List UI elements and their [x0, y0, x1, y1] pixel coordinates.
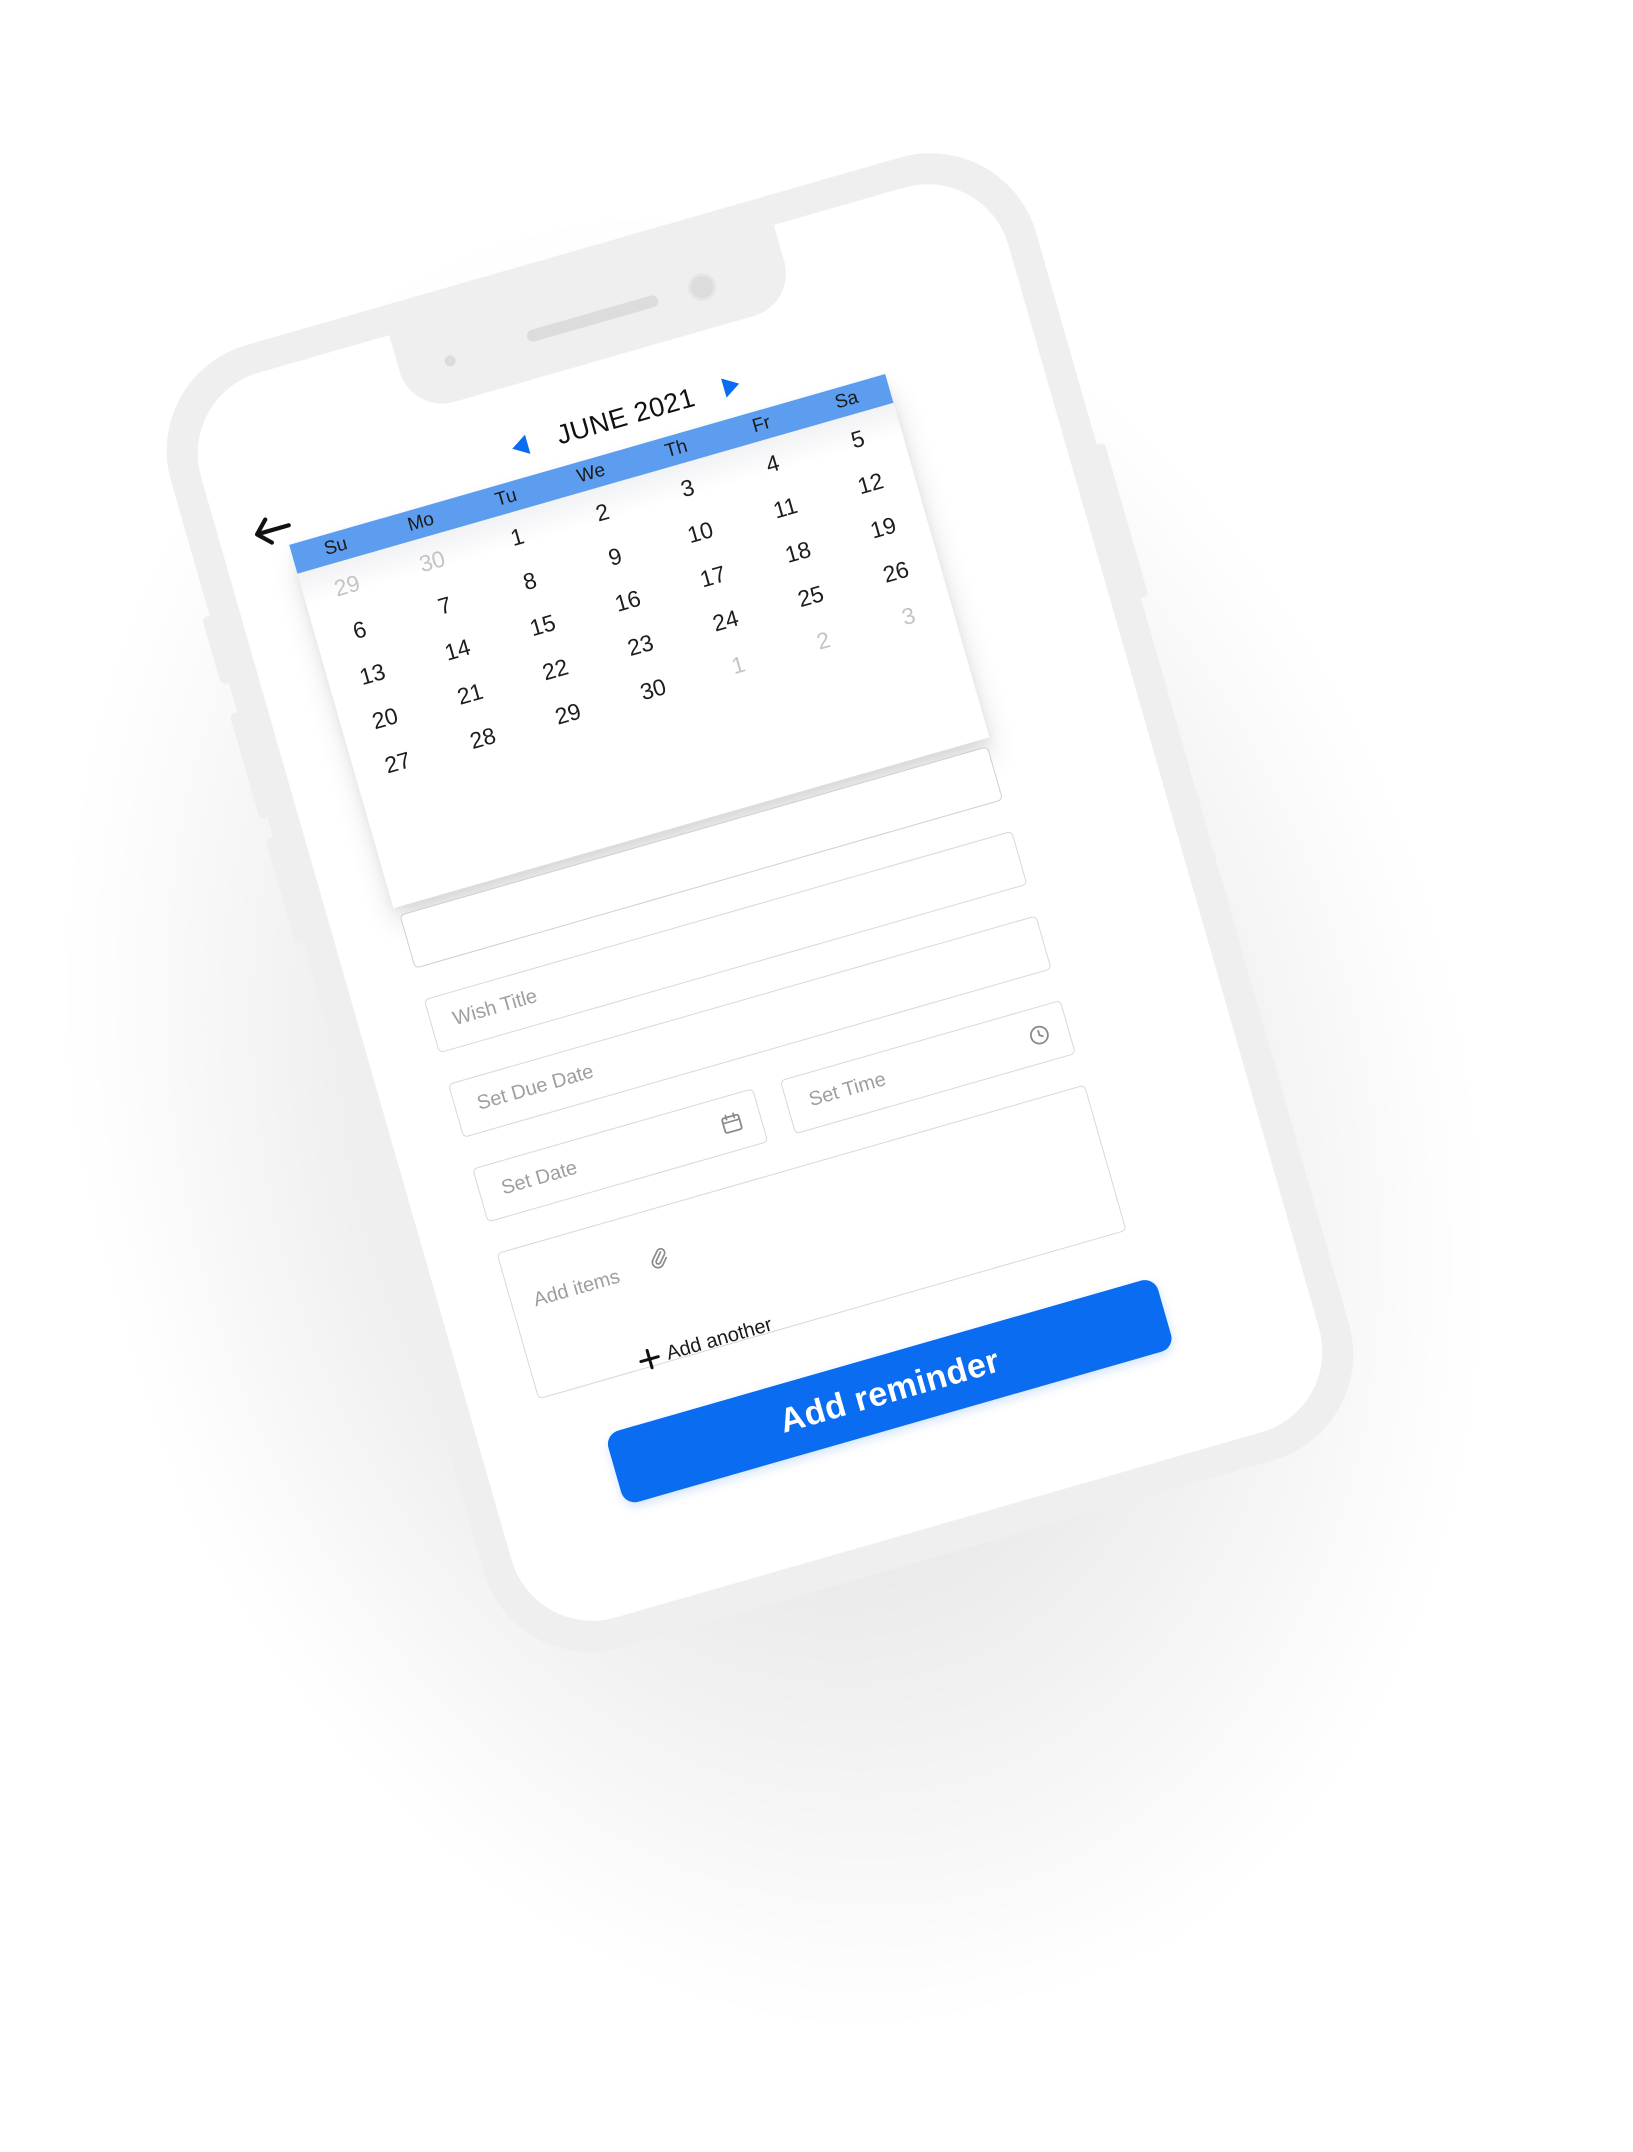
paperclip-icon[interactable] [644, 1243, 672, 1272]
set-time-placeholder: Set Time [806, 1068, 889, 1112]
plus-icon [639, 1348, 660, 1370]
wish-title-placeholder: Wish Title [450, 985, 540, 1031]
front-camera [684, 269, 720, 305]
proximity-sensor [443, 354, 458, 368]
earpiece-speaker [525, 294, 660, 344]
add-items-placeholder: Add items [530, 1265, 623, 1312]
clock-icon[interactable] [1026, 1022, 1053, 1049]
set-date-placeholder: Set Date [498, 1156, 580, 1200]
prev-month-icon[interactable] [503, 429, 536, 465]
next-month-icon[interactable] [715, 368, 748, 404]
due-date-placeholder: Set Due Date [474, 1060, 597, 1115]
calendar-icon[interactable] [718, 1110, 745, 1137]
